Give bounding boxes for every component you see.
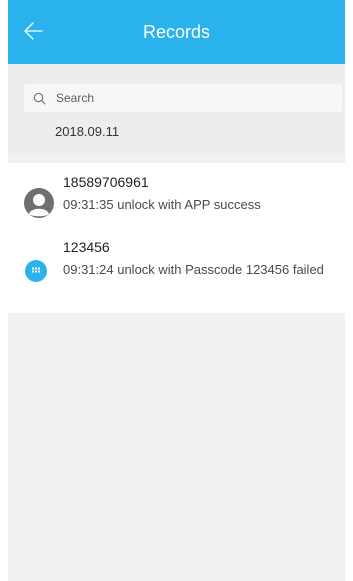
date-group-label: 2018.09.11: [55, 124, 120, 139]
search-input[interactable]: [56, 91, 326, 105]
records-screen: Records 2018.09.11: [0, 0, 353, 581]
record-item[interactable]: 123456 09:31:24 unlock with Passcode 123…: [8, 236, 345, 311]
left-edge: [0, 0, 8, 581]
right-edge: [345, 0, 353, 581]
search-box[interactable]: [24, 84, 342, 112]
header-bar: Records: [8, 0, 345, 64]
search-icon: [32, 91, 46, 105]
record-detail: 09:31:24 unlock with Passcode 123456 fai…: [63, 262, 324, 277]
record-item[interactable]: 18589706961 09:31:35 unlock with APP suc…: [8, 171, 345, 231]
content-area: Records 2018.09.11: [8, 0, 345, 581]
record-title: 123456: [63, 239, 110, 255]
records-list: 18589706961 09:31:35 unlock with APP suc…: [8, 163, 345, 313]
record-detail: 09:31:35 unlock with APP success: [63, 197, 261, 212]
record-title: 18589706961: [63, 174, 149, 190]
user-avatar-icon: [24, 188, 54, 218]
page-title: Records: [142, 22, 211, 42]
search-section: 2018.09.11: [8, 64, 345, 154]
keypad-icon: [25, 260, 47, 282]
